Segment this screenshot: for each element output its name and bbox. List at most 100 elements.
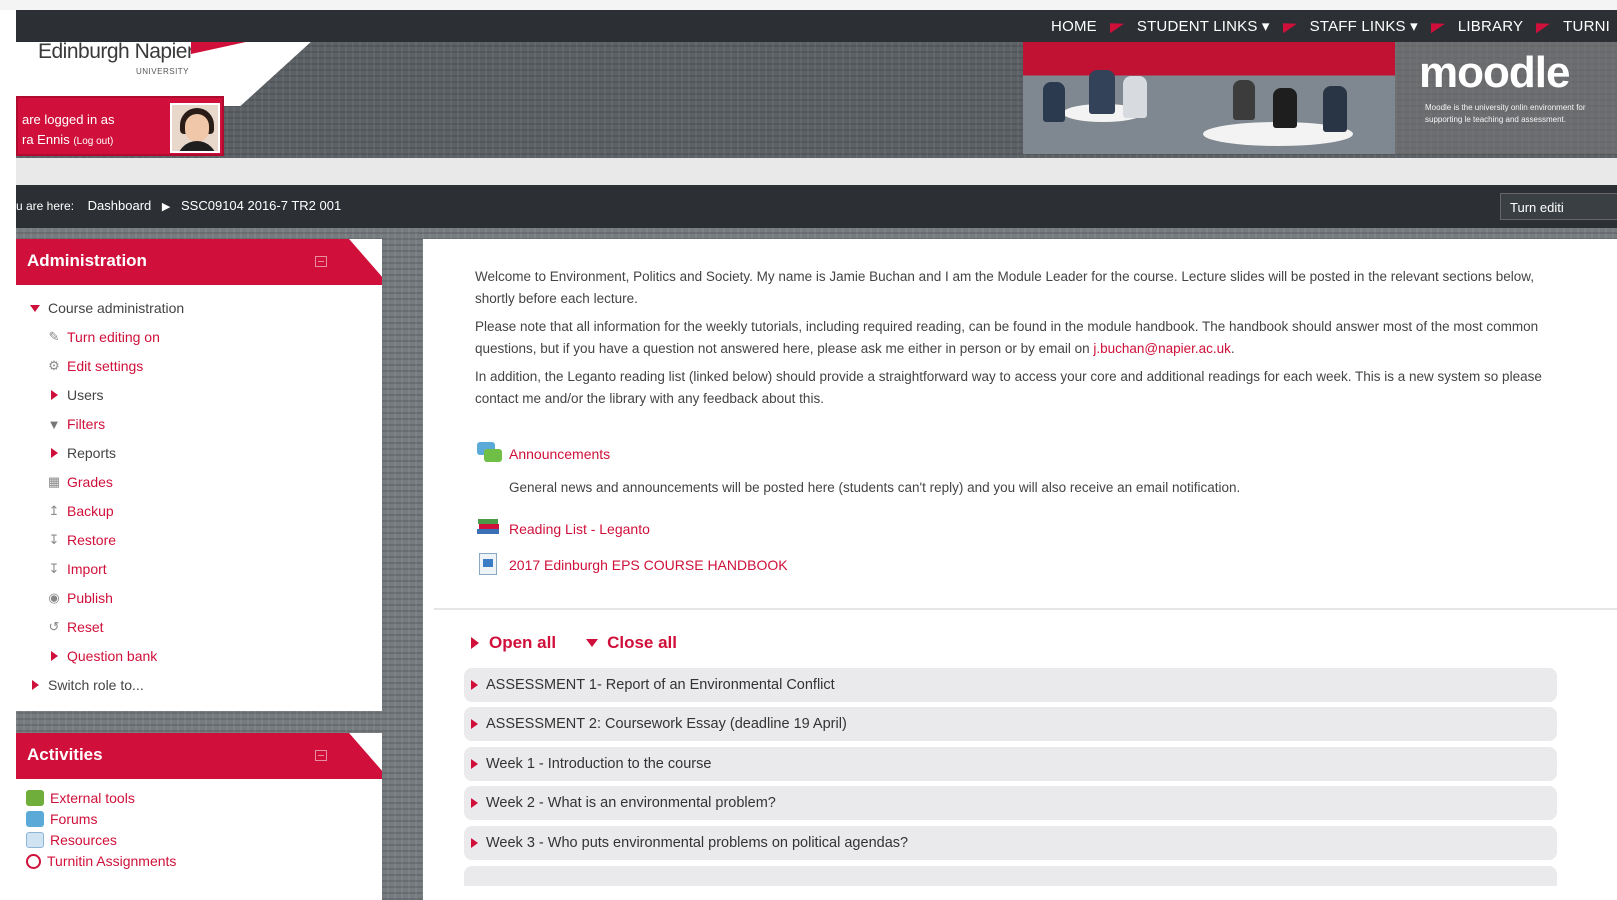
open-all-link[interactable]: Open all (489, 633, 556, 653)
nav-student-links[interactable]: STUDENT LINKS ▾ (1130, 17, 1277, 35)
section-title: Week 2 - What is an environmental proble… (486, 795, 776, 811)
activity-label: External tools (50, 790, 135, 806)
admin-item-reset[interactable]: ↺ Reset (46, 616, 104, 638)
close-all-link[interactable]: Close all (607, 633, 677, 653)
tree-switch-role[interactable]: Switch role to... (27, 674, 144, 696)
admin-item-turn-editing-on[interactable]: ✎ Turn editing on (46, 326, 160, 348)
expand-triangle-icon (471, 680, 478, 690)
course-section-week-3[interactable]: Week 3 - Who puts environmental problems… (464, 826, 1557, 860)
admin-item-label: Users (67, 387, 104, 403)
nav-staff-links[interactable]: STAFF LINKS ▾ (1303, 17, 1425, 35)
section-title: Week 3 - Who puts environmental problems… (486, 835, 909, 851)
admin-item-import[interactable]: ↧ Import (46, 558, 107, 580)
nav-home[interactable]: HOME (1044, 18, 1104, 35)
login-user-line: ra Ennis (Log out) (22, 132, 113, 147)
intro-paragraph-3: In addition, the Leganto reading list (l… (475, 369, 1542, 406)
course-section-next[interactable] (464, 866, 1557, 886)
puzzle-icon (26, 790, 44, 806)
document-icon (475, 553, 503, 577)
gear-icon: ⚙ (48, 358, 60, 373)
breadcrumb-course[interactable]: SSC09104 2016-7 TR2 001 (181, 198, 341, 213)
course-section-week-1[interactable]: Week 1 - Introduction to the course (464, 747, 1557, 781)
user-name[interactable]: ra Ennis (22, 132, 70, 147)
breadcrumb-bar: u are here: Dashboard ▶ SSC09104 2016-7 … (16, 185, 1617, 228)
block-title: Activities (27, 745, 103, 764)
forum-icon (26, 811, 44, 827)
activities-block-header: Activities (16, 733, 382, 779)
course-section-week-2[interactable]: Week 2 - What is an environmental proble… (464, 786, 1557, 820)
nav-turnitin[interactable]: TURNI (1556, 18, 1617, 35)
admin-item-label: Import (67, 561, 107, 577)
admin-item-label: Question bank (67, 648, 158, 664)
admin-item-label: Restore (67, 532, 117, 548)
course-section-assessment-1[interactable]: ASSESSMENT 1- Report of an Environmental… (464, 668, 1557, 702)
expand-triangle-icon (471, 637, 479, 649)
tree-course-administration[interactable]: Course administration (27, 297, 184, 319)
reset-icon: ↺ (48, 619, 60, 634)
pencil-icon: ✎ (48, 329, 60, 344)
expand-triangle-icon (27, 677, 43, 693)
download-icon: ↧ (48, 561, 60, 576)
header-bottom-strip (16, 158, 1617, 185)
announcements-description: General news and announcements will be p… (509, 480, 1241, 495)
forum-icon (475, 442, 503, 466)
turn-editing-on-button[interactable]: Turn editi (1500, 193, 1617, 220)
top-strip (0, 0, 1617, 10)
nav-library[interactable]: LIBRARY (1451, 18, 1530, 35)
resource-label: 2017 Edinburgh EPS COURSE HANDBOOK (509, 557, 788, 573)
avatar[interactable] (170, 103, 220, 153)
announcements-link[interactable]: Announcements (475, 442, 610, 466)
moodle-logo: moodle (1419, 48, 1570, 97)
admin-item-backup[interactable]: ↥ Backup (46, 500, 114, 522)
download-icon: ↧ (48, 532, 60, 547)
block-title: Administration (27, 251, 147, 270)
reading-list-link[interactable]: Reading List - Leganto (475, 517, 650, 541)
admin-item-edit-settings[interactable]: ⚙ Edit settings (46, 355, 143, 377)
email-link[interactable]: j.buchan@napier.ac.uk (1093, 341, 1231, 356)
activity-turnitin-assignments[interactable]: Turnitin Assignments (26, 851, 176, 871)
admin-item-users[interactable]: Users (46, 384, 104, 406)
activity-label: Turnitin Assignments (47, 853, 177, 869)
banner-photo (1023, 42, 1395, 154)
file-icon (26, 832, 44, 848)
moodle-tagline: Moodle is the university onlin environme… (1425, 103, 1586, 124)
collapse-icon[interactable] (315, 750, 327, 761)
admin-item-question-bank[interactable]: Question bank (46, 645, 157, 667)
admin-item-publish[interactable]: ◉ Publish (46, 587, 113, 609)
collapse-triangle-icon (586, 639, 599, 647)
open-close-controls: Open all Close all (471, 633, 677, 653)
admin-item-label: Turn editing on (67, 329, 160, 345)
tree-label: Switch role to... (48, 677, 144, 693)
section-title: ASSESSMENT 2: Coursework Essay (deadline… (486, 716, 847, 732)
logout-link[interactable]: (Log out) (73, 136, 113, 147)
admin-item-label: Grades (67, 474, 113, 490)
course-handbook-link[interactable]: 2017 Edinburgh EPS COURSE HANDBOOK (475, 553, 788, 577)
expand-triangle-icon (471, 838, 478, 848)
activity-external-tools[interactable]: External tools (26, 788, 135, 808)
admin-item-label: Edit settings (67, 358, 144, 374)
expand-triangle-icon (471, 759, 478, 769)
expand-triangle-icon (46, 445, 62, 461)
expand-triangle-icon (471, 798, 478, 808)
activity-label: Resources (50, 832, 117, 848)
collapse-triangle-icon (27, 300, 43, 316)
login-status-text: are logged in as (22, 112, 115, 127)
course-section-assessment-2[interactable]: ASSESSMENT 2: Coursework Essay (deadline… (464, 707, 1557, 741)
admin-item-filters[interactable]: ▼ Filters (46, 413, 106, 435)
login-info-box: are logged in as ra Ennis (Log out) (16, 96, 224, 156)
admin-item-reports[interactable]: Reports (46, 442, 116, 464)
intro-paragraph-2-text: Please note that all information for the… (475, 319, 1539, 356)
moodle-panel: moodle Moodle is the university onlin en… (1395, 42, 1617, 154)
books-icon (475, 517, 503, 541)
admin-item-restore[interactable]: ↧ Restore (46, 529, 116, 551)
activity-resources[interactable]: Resources (26, 830, 117, 850)
intro-paragraph-1: Welcome to Environment, Politics and Soc… (475, 269, 1535, 306)
expand-triangle-icon (46, 648, 62, 664)
expand-triangle-icon (471, 719, 478, 729)
activity-forums[interactable]: Forums (26, 809, 97, 829)
collapse-icon[interactable] (315, 256, 327, 267)
resource-label: Reading List - Leganto (509, 521, 650, 537)
top-navbar: HOME STUDENT LINKS ▾ STAFF LINKS ▾ LIBRA… (16, 10, 1617, 42)
breadcrumb-dashboard[interactable]: Dashboard (88, 198, 152, 213)
admin-item-grades[interactable]: ▦ Grades (46, 471, 113, 493)
